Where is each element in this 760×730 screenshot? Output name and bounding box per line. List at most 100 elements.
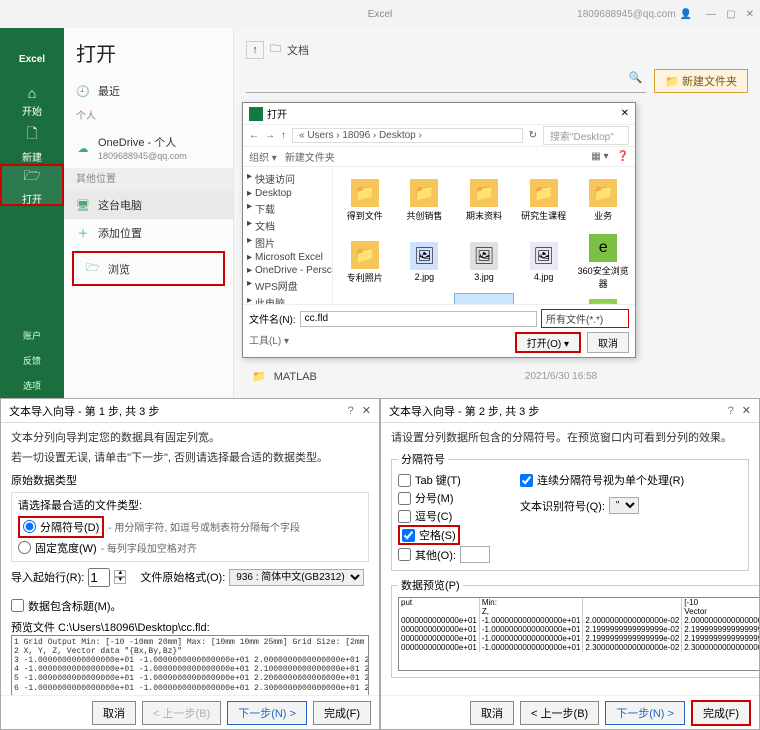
add-location-row[interactable]: ＋添加位置	[64, 219, 233, 247]
close-icon[interactable]: ✕	[746, 9, 754, 20]
recent-row[interactable]: 🕘最近	[64, 77, 233, 105]
current-path: 文档	[287, 42, 309, 58]
tree-item[interactable]: ▸快速访问	[247, 170, 328, 187]
tree-item[interactable]: ▸Microsoft Excel	[247, 251, 328, 264]
file-item[interactable]: 🖼2.jpg	[396, 232, 454, 292]
dialog-close-icon[interactable]: ✕	[621, 108, 629, 119]
ck-comma[interactable]: 逗号(C)	[398, 507, 490, 525]
tree-item[interactable]: ▸文档	[247, 217, 328, 234]
preview-table[interactable]: putMin:[-10-10mm20mm]Max:[10mm10mm25mm]Z…	[398, 597, 759, 671]
tree-item[interactable]: ▸此电脑	[247, 294, 328, 304]
dialog-search[interactable]: 搜索"Desktop"	[543, 126, 629, 145]
home-icon: ⌂	[28, 85, 36, 101]
start-row-input[interactable]	[88, 568, 110, 587]
wiz1-cancel-button[interactable]: 取消	[92, 701, 136, 725]
sidebar-account[interactable]: 账户	[23, 323, 41, 348]
breadcrumb[interactable]: « Users › 18096 › Desktop ›	[292, 128, 523, 143]
text-qualifier-select[interactable]: "	[609, 497, 639, 514]
this-pc-row[interactable]: 🖥这台电脑	[64, 191, 233, 219]
section-other: 其他位置	[64, 168, 233, 191]
preview-box[interactable]: 1 Grid Output Min: [-10 -10mm 20mm] Max:…	[11, 635, 369, 695]
filename-input[interactable]	[300, 311, 537, 327]
cancel-button[interactable]: 取消	[587, 332, 629, 353]
recent-item[interactable]: 📁 MATLAB 2021/6/30 16:58	[252, 370, 597, 383]
nav-up-icon[interactable]: ↑	[281, 130, 286, 141]
origin-label: 文件原始格式(O):	[140, 569, 225, 585]
file-item[interactable]: 📁期末资料	[455, 170, 513, 230]
ck-other[interactable]: 其他(O):	[398, 545, 490, 564]
tools-menu[interactable]: 工具(L) ▾	[249, 332, 289, 353]
close-icon[interactable]: ✕	[362, 404, 371, 417]
plus-icon: ＋	[76, 225, 90, 241]
file-item[interactable]: 🖼3.jpg	[455, 232, 513, 292]
onedrive-row[interactable]: ☁OneDrive - 个人1809688945@qq.com	[64, 128, 233, 168]
sidebar-options[interactable]: 选项	[23, 373, 41, 398]
sidebar-open[interactable]: 🗁打开	[0, 164, 64, 206]
new-folder-button[interactable]: 📁 新建文件夹	[654, 69, 748, 93]
ck-consecutive[interactable]: 连续分隔符号视为单个处理(R)	[520, 471, 684, 489]
file-item[interactable]: 📁专利照片	[336, 232, 394, 292]
wiz2-next-button[interactable]: 下一步(N) >	[605, 701, 685, 725]
dialog-title: 打开	[267, 106, 287, 121]
wiz1-next-button[interactable]: 下一步(N) >	[227, 701, 307, 725]
radio-delimited[interactable]: 分隔符号(D)	[18, 516, 104, 538]
help-icon[interactable]: ?	[348, 405, 354, 417]
file-item[interactable]: 🖼4.jpg	[515, 232, 573, 292]
file-item[interactable]: ❏cc.fld	[455, 294, 513, 304]
file-item[interactable]: 📁得到文件	[336, 170, 394, 230]
sidebar-home[interactable]: ⌂开始	[0, 80, 64, 122]
wiz2-cancel-button[interactable]: 取消	[470, 701, 514, 725]
file-item[interactable]: ◫bilibili	[336, 294, 394, 304]
file-item[interactable]: 📈Engauge Digitizer	[574, 294, 632, 304]
text-import-wizard-step2: 文本导入向导 - 第 2 步, 共 3 步 ? ✕ 请设置分列数据所包含的分隔符…	[380, 398, 760, 730]
tree-item[interactable]: ▸WPS网盘	[247, 277, 328, 294]
spinner[interactable]: ▲▼	[114, 570, 126, 584]
ck-space[interactable]: 空格(S)	[398, 525, 460, 545]
organize-menu[interactable]: 组织 ▾	[249, 149, 277, 164]
search-input[interactable]: 🔍	[246, 69, 646, 93]
tree-item[interactable]: ▸图片	[247, 234, 328, 251]
file-item[interactable]: ▶DeepL	[515, 294, 573, 304]
file-item[interactable]: 📁业务	[574, 170, 632, 230]
help-icon[interactable]: ❓	[617, 151, 629, 162]
new-folder-tb[interactable]: 新建文件夹	[285, 149, 335, 164]
tree-item[interactable]: ▸Desktop	[247, 187, 328, 200]
open-button[interactable]: 打开(O) ▾	[515, 332, 581, 353]
view-icon[interactable]: ▦ ▾	[591, 151, 608, 162]
maximize-icon[interactable]: ▢	[726, 9, 735, 20]
other-delim-input[interactable]	[460, 546, 490, 563]
minimize-icon[interactable]: —	[706, 9, 716, 20]
file-item[interactable]: 📁共创销售	[396, 170, 454, 230]
file-grid: 📁得到文件📁共创销售📁期末资料📁研究生课程📁业务 📁专利照片🖼2.jpg🖼3.jp…	[333, 167, 635, 304]
ck-tab[interactable]: Tab 键(T)	[398, 471, 490, 489]
wizard1-title: 文本导入向导 - 第 1 步, 共 3 步	[9, 403, 159, 419]
file-item[interactable]: ▣CAJViewer	[396, 294, 454, 304]
user-account[interactable]: 1809688945@qq.com👤	[577, 9, 692, 20]
file-filter-dropdown[interactable]: 所有文件(*.*)	[541, 309, 629, 328]
browse-row[interactable]: 🗁浏览	[72, 251, 225, 286]
origin-select[interactable]: 936 : 简体中文(GB2312)	[229, 569, 364, 586]
close-icon[interactable]: ✕	[742, 404, 751, 417]
folder-tree[interactable]: ▸快速访问▸Desktop▸下载▸文档▸图片▸Microsoft Excel▸O…	[243, 167, 333, 304]
radio-fixed-width[interactable]: 固定宽度(W) - 每列字段加空格对齐	[18, 539, 362, 557]
headers-checkbox[interactable]: 数据包含标题(M)。	[11, 597, 369, 615]
tree-item[interactable]: ▸下载	[247, 200, 328, 217]
ck-semicolon[interactable]: 分号(M)	[398, 489, 490, 507]
wiz1-finish-button[interactable]: 完成(F)	[313, 701, 371, 725]
wiz2-finish-button[interactable]: 完成(F)	[691, 700, 751, 726]
wiz2-back-button[interactable]: < 上一步(B)	[520, 701, 599, 725]
sidebar-feedback[interactable]: 反馈	[23, 348, 41, 373]
refresh-icon[interactable]: ↻	[529, 130, 537, 141]
group-original-type: 原始数据类型	[11, 472, 369, 488]
up-arrow-icon[interactable]: ↑	[246, 41, 264, 59]
folder-icon: 🗁	[86, 259, 100, 278]
section-personal: 个人	[64, 105, 233, 128]
nav-back-icon[interactable]: ←	[249, 130, 259, 141]
file-item[interactable]: e360安全浏览器	[574, 232, 632, 292]
file-item[interactable]: 📁研究生课程	[515, 170, 573, 230]
tree-item[interactable]: ▸OneDrive - Persc	[247, 264, 328, 277]
wiz1-back-button: < 上一步(B)	[142, 701, 221, 725]
sidebar-new[interactable]: 🗋新建	[0, 122, 64, 164]
help-icon[interactable]: ?	[728, 405, 734, 417]
nav-fwd-icon[interactable]: →	[265, 130, 275, 141]
